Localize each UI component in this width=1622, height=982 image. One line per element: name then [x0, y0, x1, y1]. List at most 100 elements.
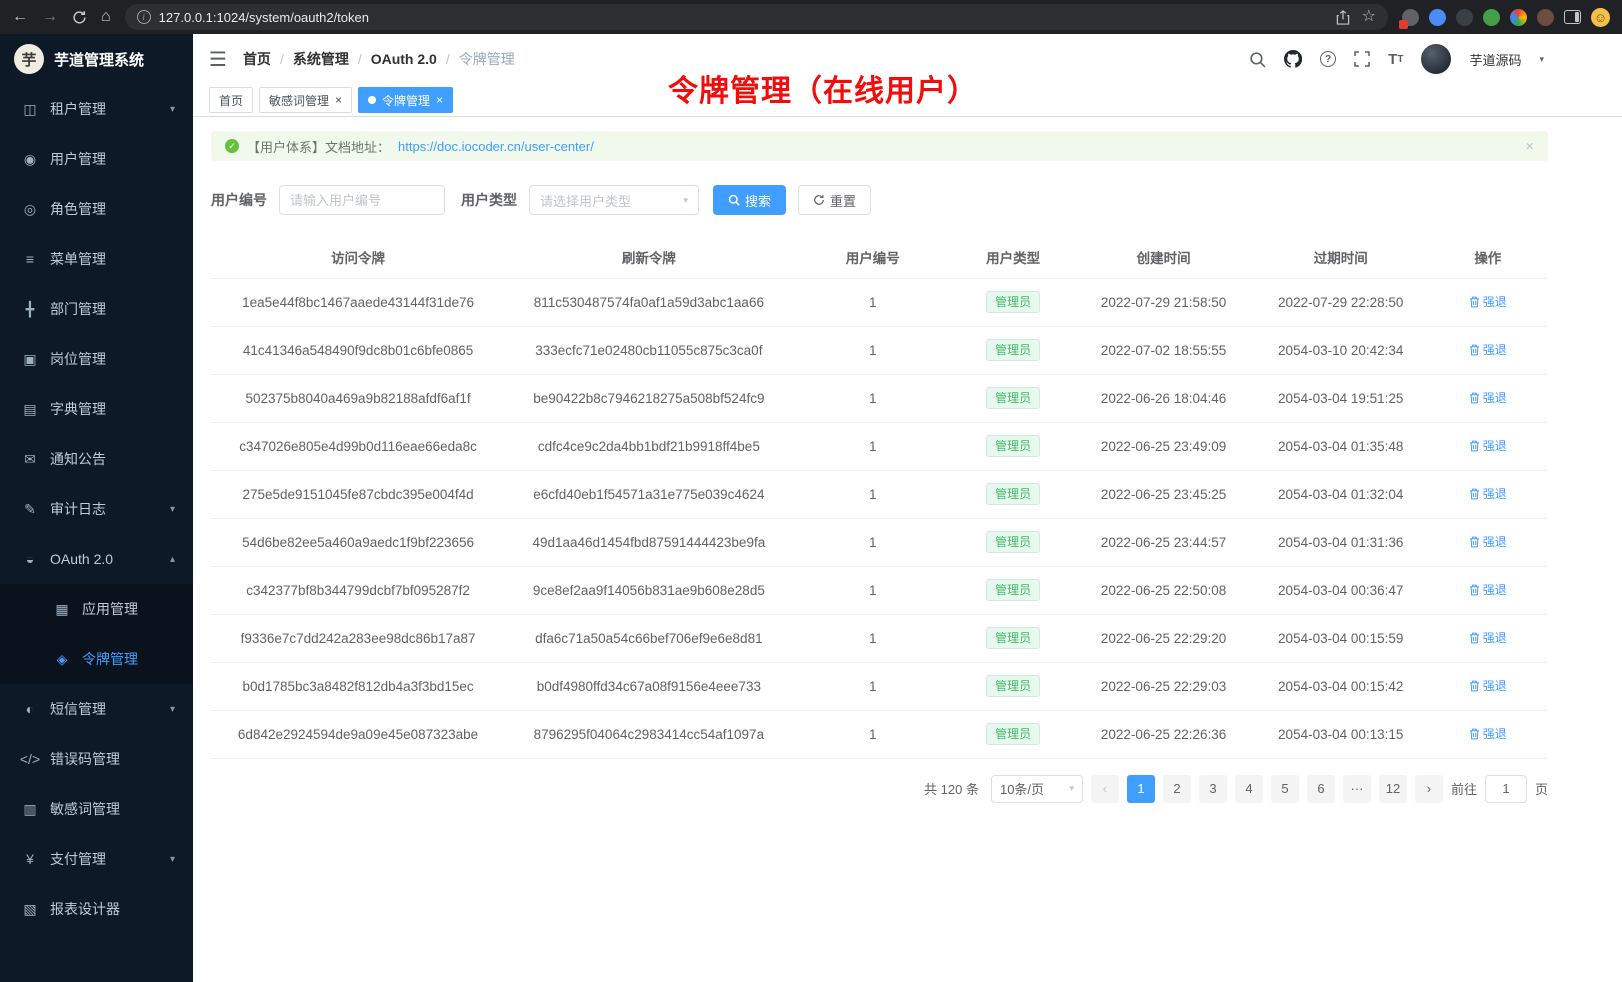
- extension-blue-icon[interactable]: [1429, 9, 1446, 26]
- sidebar-item-user[interactable]: ◉用户管理: [0, 134, 193, 184]
- home-icon[interactable]: ⌂: [101, 9, 111, 25]
- force-logout-button[interactable]: 强退: [1469, 341, 1507, 358]
- create-time-cell: 2022-06-25 22:50:08: [1073, 566, 1253, 614]
- page-button-3[interactable]: 3: [1199, 775, 1227, 803]
- force-logout-button[interactable]: 强退: [1469, 581, 1507, 598]
- sidebar-item-oauth2-token[interactable]: ◈令牌管理: [0, 634, 193, 684]
- page-button-6[interactable]: 6: [1307, 775, 1335, 803]
- sidebar-item-dept[interactable]: ╋部门管理: [0, 284, 193, 334]
- user-type-select[interactable]: 请选择用户类型 ▾: [529, 185, 699, 215]
- page-button-5[interactable]: 5: [1271, 775, 1299, 803]
- help-icon[interactable]: ?: [1320, 51, 1336, 67]
- extension-green-icon[interactable]: [1483, 9, 1500, 26]
- action-cell: 强退: [1428, 614, 1548, 662]
- goto-suffix: 页: [1535, 779, 1548, 798]
- tab-close-icon[interactable]: ×: [436, 94, 443, 106]
- page-button-12[interactable]: 12: [1379, 775, 1407, 803]
- tab-bar: 首页敏感词管理×令牌管理×: [193, 84, 1622, 117]
- chevron-down-icon: ▾: [170, 854, 175, 865]
- search-button[interactable]: 搜索: [713, 185, 786, 215]
- forward-icon[interactable]: →: [42, 9, 58, 25]
- chevron-down-icon[interactable]: ▾: [1539, 54, 1544, 65]
- page-size-select[interactable]: 10条/页 ▾: [991, 775, 1083, 803]
- force-logout-button[interactable]: 强退: [1469, 677, 1507, 694]
- app-logo[interactable]: 芋 芋道管理系统: [0, 34, 193, 84]
- user-type-tag: 管理员: [986, 531, 1040, 553]
- sidebar-item-audit-log[interactable]: ✎审计日志▾: [0, 484, 193, 534]
- refresh-token-cell: 9ce8ef2aa9f14056b831ae9b608e28d5: [505, 566, 792, 614]
- back-icon[interactable]: ←: [12, 9, 28, 25]
- force-logout-button[interactable]: 强退: [1469, 437, 1507, 454]
- github-icon[interactable]: [1284, 50, 1302, 68]
- sidebar-item-report-designer[interactable]: ▧报表设计器: [0, 884, 193, 934]
- doc-alert: ✓ 【用户体系】文档地址： https://doc.iocoder.cn/use…: [211, 131, 1548, 161]
- address-bar[interactable]: i 127.0.0.1:1024/system/oauth2/token ☆: [125, 4, 1388, 30]
- side-panel-icon[interactable]: [1564, 10, 1581, 24]
- sidebar-item-notice[interactable]: ✉通知公告: [0, 434, 193, 484]
- prev-page-button[interactable]: ‹: [1091, 775, 1119, 803]
- sms-icon: ◐: [18, 701, 42, 717]
- extension-colorful-icon[interactable]: [1510, 9, 1527, 26]
- tab-token[interactable]: 令牌管理×: [358, 87, 453, 113]
- create-time-cell: 2022-06-25 22:29:20: [1073, 614, 1253, 662]
- breadcrumb-item[interactable]: OAuth 2.0: [371, 51, 437, 67]
- collapse-sidebar-icon[interactable]: ☰: [209, 47, 227, 72]
- sidebar-item-sms[interactable]: ◐短信管理▾: [0, 684, 193, 734]
- user-id-input[interactable]: [279, 185, 445, 215]
- sidebar-item-sensitive-word[interactable]: ▥敏感词管理: [0, 784, 193, 834]
- force-logout-button[interactable]: 强退: [1469, 293, 1507, 310]
- sidebar-item-oauth2-app[interactable]: ▦应用管理: [0, 584, 193, 634]
- share-icon[interactable]: [1336, 10, 1350, 25]
- extension-badged-icon[interactable]: [1402, 9, 1419, 26]
- tab-close-icon[interactable]: ×: [335, 94, 342, 106]
- sidebar-item-tenant[interactable]: ◫租户管理▾: [0, 84, 193, 134]
- page-button-2[interactable]: 2: [1163, 775, 1191, 803]
- menu-icon: ≡: [18, 251, 42, 267]
- sidebar-item-post[interactable]: ▣岗位管理: [0, 334, 193, 384]
- bookmark-star-icon[interactable]: ☆: [1362, 9, 1376, 25]
- breadcrumb-item[interactable]: 首页: [243, 49, 271, 69]
- sidebar-item-error-code[interactable]: </>错误码管理: [0, 734, 193, 784]
- page-button-4[interactable]: 4: [1235, 775, 1263, 803]
- goto-page-input[interactable]: [1485, 775, 1527, 803]
- extension-dark-icon[interactable]: [1456, 9, 1473, 26]
- sidebar-item-role[interactable]: ◎角色管理: [0, 184, 193, 234]
- sidebar-item-pay[interactable]: ¥支付管理▾: [0, 834, 193, 884]
- extension-paw-icon[interactable]: [1537, 9, 1554, 26]
- sidebar-item-label: 部门管理: [50, 299, 106, 319]
- doc-link[interactable]: https://doc.iocoder.cn/user-center/: [398, 139, 594, 154]
- action-cell: 强退: [1428, 662, 1548, 710]
- sidebar-item-label: 支付管理: [50, 849, 106, 869]
- reset-button[interactable]: 重置: [798, 185, 871, 215]
- search-icon[interactable]: [1249, 51, 1266, 68]
- breadcrumb-item[interactable]: 系统管理: [293, 49, 349, 69]
- sidebar-item-menu[interactable]: ≡菜单管理: [0, 234, 193, 284]
- force-logout-button[interactable]: 强退: [1469, 725, 1507, 742]
- force-logout-button[interactable]: 强退: [1469, 533, 1507, 550]
- extension-badge: [1399, 20, 1408, 29]
- page-ellipsis-button[interactable]: ···: [1343, 775, 1371, 803]
- user-name[interactable]: 芋道源码: [1469, 50, 1521, 69]
- force-logout-button[interactable]: 强退: [1469, 485, 1507, 502]
- force-logout-button[interactable]: 强退: [1469, 629, 1507, 646]
- table-row: f9336e7c7dd242a283ee98dc86b17a87dfa6c71a…: [211, 614, 1548, 662]
- expire-time-cell: 2054-03-04 00:13:15: [1254, 710, 1428, 758]
- user-avatar[interactable]: [1421, 44, 1451, 74]
- sidebar-item-oauth2[interactable]: ◒OAuth 2.0▴: [0, 534, 193, 584]
- sidebar-item-label: 审计日志: [50, 499, 106, 519]
- user-id-cell: 1: [793, 710, 953, 758]
- tab-home[interactable]: 首页: [209, 87, 253, 113]
- tab-sensitive-word[interactable]: 敏感词管理×: [259, 87, 352, 113]
- site-info-icon[interactable]: i: [137, 10, 151, 24]
- page-button-1[interactable]: 1: [1127, 775, 1155, 803]
- next-page-button[interactable]: ›: [1415, 775, 1443, 803]
- force-logout-button[interactable]: 强退: [1469, 389, 1507, 406]
- sidebar-item-dict[interactable]: ▤字典管理: [0, 384, 193, 434]
- reload-icon[interactable]: [72, 10, 87, 25]
- font-size-icon[interactable]: TT: [1388, 51, 1403, 68]
- browser-profile-avatar[interactable]: ☺: [1591, 8, 1610, 27]
- user-icon: ◉: [18, 151, 42, 168]
- fullscreen-icon[interactable]: [1354, 51, 1370, 67]
- alert-close-icon[interactable]: ×: [1525, 138, 1534, 155]
- expire-time-cell: 2054-03-04 00:36:47: [1254, 566, 1428, 614]
